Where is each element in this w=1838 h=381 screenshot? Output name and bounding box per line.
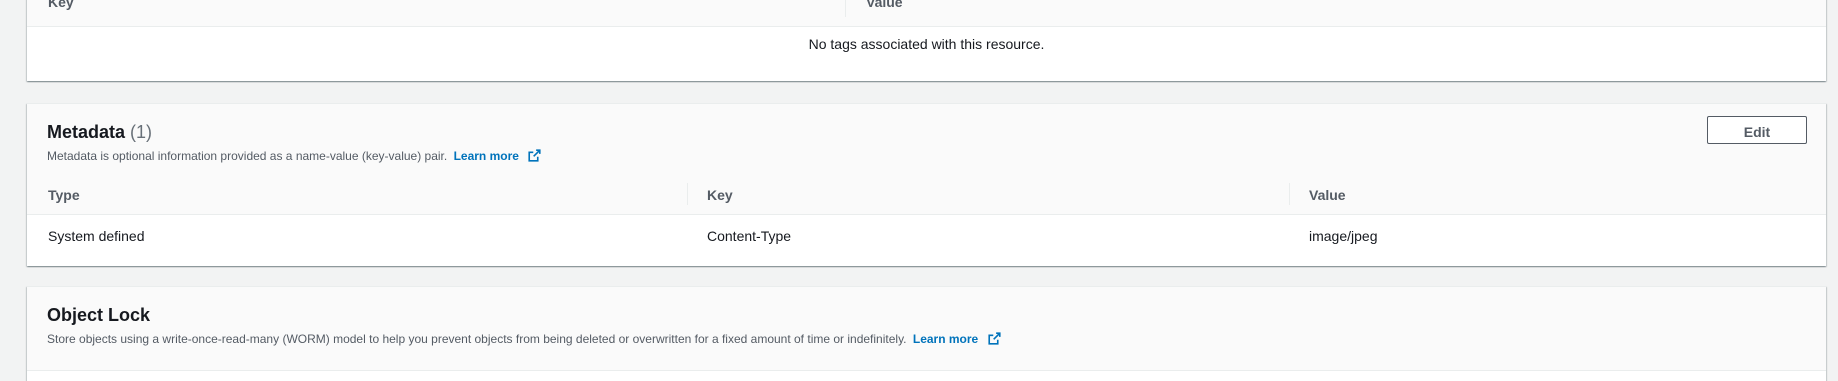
column-divider: [845, 0, 846, 17]
object-lock-title: Object Lock: [47, 305, 151, 325]
external-link-icon: [528, 149, 541, 162]
tags-column-key: Key: [48, 0, 74, 10]
metadata-cell-type: System defined: [48, 228, 145, 244]
external-link-icon: [987, 332, 1001, 345]
metadata-learn-more-label: Learn more: [453, 149, 519, 163]
object-lock-header: Object Lock Store objects using a write-…: [27, 287, 1826, 371]
page: Key Value No tags associated with this r…: [0, 0, 1838, 381]
metadata-cell-value: image/jpeg: [1309, 228, 1378, 244]
metadata-edit-button[interactable]: Edit: [1707, 116, 1807, 144]
metadata-panel: Metadata (1) Metadata is optional inform…: [27, 103, 1826, 266]
metadata-table-header: Type Key Value: [27, 175, 1826, 215]
metadata-description-text: Metadata is optional information provide…: [47, 149, 448, 163]
object-lock-learn-more-link[interactable]: Learn more: [913, 332, 1001, 346]
metadata-column-value: Value: [1309, 187, 1346, 203]
tags-column-value: Value: [866, 0, 903, 10]
tags-table-header: Key Value: [27, 0, 1826, 27]
tags-empty-message: No tags associated with this resource.: [808, 36, 1045, 52]
metadata-cell-key: Content-Type: [707, 228, 792, 244]
metadata-title: Metadata (1): [47, 121, 152, 143]
object-lock-learn-more-label: Learn more: [912, 332, 979, 346]
metadata-column-type: Type: [48, 187, 80, 203]
metadata-count: (1): [130, 122, 153, 142]
column-divider: [1289, 183, 1290, 205]
metadata-description: Metadata is optional information provide…: [47, 148, 541, 164]
table-row: System defined Content-Type image/jpeg: [27, 215, 1826, 257]
column-divider: [687, 183, 688, 205]
metadata-title-text: Metadata: [47, 122, 126, 142]
object-lock-description-text: Store objects using a write-once-read-ma…: [47, 332, 907, 346]
tags-panel: Key Value No tags associated with this r…: [27, 0, 1826, 81]
metadata-header: Metadata (1) Metadata is optional inform…: [27, 104, 1826, 175]
object-lock-description: Store objects using a write-once-read-ma…: [47, 331, 1001, 347]
metadata-column-key: Key: [707, 187, 733, 203]
object-lock-panel: Object Lock Store objects using a write-…: [27, 286, 1826, 381]
metadata-learn-more-link[interactable]: Learn more: [454, 149, 542, 163]
